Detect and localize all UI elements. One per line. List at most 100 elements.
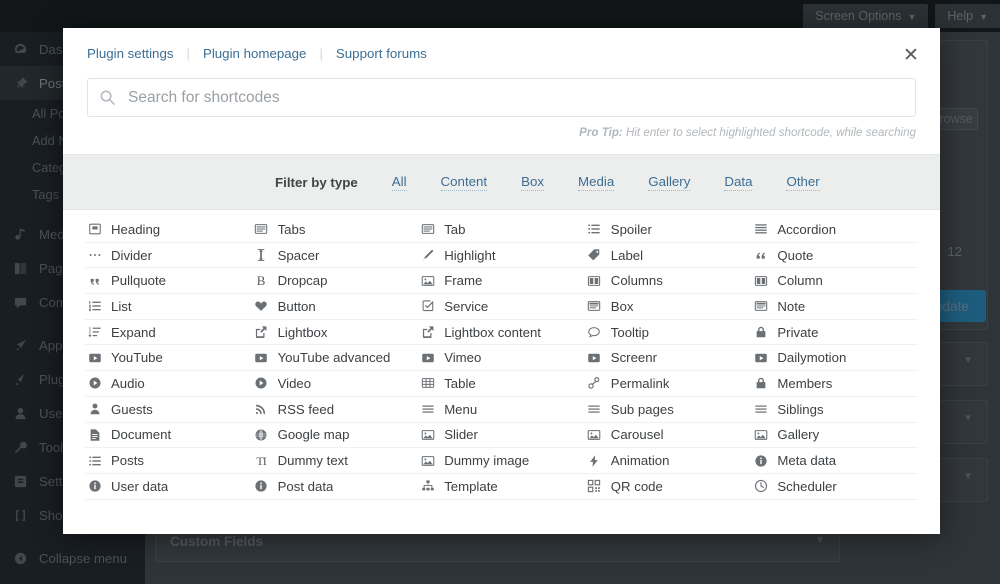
letter-b-icon: B (256, 273, 266, 289)
shortcode-item[interactable]: Members (751, 371, 918, 397)
plugin-homepage-link[interactable]: Plugin homepage (203, 46, 307, 61)
shortcode-item[interactable]: Post data (251, 474, 419, 500)
quote-left-icon (87, 273, 102, 288)
shortcode-item[interactable]: Pullquote (85, 268, 252, 295)
shortcode-item[interactable]: Highlight (418, 243, 585, 269)
shortcode-item[interactable]: Lightbox (251, 320, 419, 346)
shortcode-label: Template (444, 478, 498, 494)
text-type-icon: TI (256, 453, 266, 468)
filter-option-gallery[interactable]: Gallery (648, 174, 691, 191)
menu-lines-icon (420, 402, 435, 417)
image-icon (420, 427, 435, 442)
shortcode-item[interactable]: Dummy image (418, 448, 585, 474)
filter-option-other[interactable]: Other (786, 174, 820, 191)
shortcode-item[interactable]: TI Dummy text (251, 448, 419, 474)
help-label: Help (947, 9, 974, 23)
shortcode-item[interactable]: Label (584, 243, 752, 269)
shortcode-item[interactable]: Table (418, 371, 585, 397)
chevron-down-icon: ▼ (907, 12, 917, 22)
shortcode-item[interactable]: Dailymotion (751, 345, 918, 372)
shortcode-item[interactable]: Video (251, 371, 419, 397)
shortcode-item[interactable]: Quote (751, 243, 918, 269)
shortcode-item[interactable]: YouTube (85, 345, 252, 372)
sidebar-item-collapse-menu[interactable]: Collapse menu (0, 541, 145, 575)
shortcode-item[interactable]: User data (85, 474, 252, 500)
shortcode-label: User data (111, 478, 169, 494)
shortcode-item[interactable]: Lightbox content (418, 320, 585, 346)
search-input[interactable] (126, 79, 915, 116)
shortcode-item[interactable]: Slider (418, 423, 585, 449)
shortcode-item[interactable]: Vimeo (418, 345, 585, 372)
shortcode-item[interactable]: Tooltip (584, 320, 752, 346)
shortcode-item[interactable]: Columns (584, 268, 752, 295)
filter-option-content[interactable]: Content (440, 174, 488, 191)
shortcode-item[interactable]: Google map (251, 423, 419, 449)
support-forums-link[interactable]: Support forums (336, 46, 427, 61)
shortcode-item[interactable]: Tab (418, 217, 585, 243)
shortcode-item[interactable]: Siblings (751, 397, 918, 423)
shortcode-item[interactable]: Spacer (251, 243, 419, 269)
video-play-icon (87, 350, 102, 365)
shortcode-label: Button (277, 298, 316, 314)
shortcode-item[interactable]: Guests (85, 397, 252, 423)
shortcode-item[interactable]: Tabs (251, 217, 419, 243)
search-field-wrapper[interactable] (87, 78, 916, 117)
shortcode-item[interactable]: Screenr (584, 345, 752, 372)
shortcode-label: Frame (444, 273, 483, 289)
shortcode-item[interactable]: Button (251, 294, 419, 320)
chevron-down-icon: ▼ (963, 413, 973, 424)
shortcode-item[interactable]: Menu (418, 397, 585, 423)
shortcode-grid-area: Heading Tabs Tab Spoiler Accordion Divider Spa… (63, 210, 940, 534)
link-divider: | (319, 46, 323, 61)
shortcode-item[interactable]: Scheduler (751, 474, 918, 500)
shortcode-item[interactable]: Heading (85, 217, 252, 243)
shortcode-item[interactable]: RSS feed (251, 397, 419, 423)
close-glyph: ✕ (903, 44, 919, 66)
shortcode-item[interactable]: Gallery (751, 423, 918, 449)
shortcode-item[interactable]: Box (584, 294, 752, 320)
shortcode-item[interactable]: Service (418, 294, 585, 320)
shortcode-label: Lightbox content (444, 324, 541, 340)
filter-option-media[interactable]: Media (578, 174, 615, 191)
shortcode-item[interactable]: List (85, 294, 252, 320)
arrows-vertical-icon (254, 248, 269, 263)
shortcode-item[interactable]: Animation (584, 448, 752, 474)
shortcode-item[interactable]: Spoiler (584, 217, 752, 243)
shortcode-item[interactable]: Document (85, 423, 252, 449)
shortcode-item[interactable]: Meta data (751, 448, 918, 474)
shortcode-item[interactable]: Accordion (751, 217, 918, 243)
shortcode-item[interactable]: B Dropcap (251, 268, 419, 295)
shortcode-label: Dailymotion (777, 350, 847, 366)
filter-bar: Filter by type All Content Box Media Gal… (63, 155, 940, 210)
shortcode-item[interactable]: Divider (85, 243, 252, 269)
shortcode-item[interactable]: Note (751, 294, 918, 320)
comment-icon (10, 295, 30, 310)
shortcode-item[interactable]: Frame (418, 268, 585, 295)
plugin-settings-link[interactable]: Plugin settings (87, 46, 173, 61)
shortcode-item[interactable]: YouTube advanced (251, 345, 419, 372)
shortcode-item[interactable]: Column (751, 268, 918, 295)
shortcode-item[interactable]: Audio (85, 371, 252, 397)
shortcode-item[interactable]: Posts (85, 448, 252, 474)
screen-options-tab[interactable]: Screen Options ▼ (803, 4, 929, 28)
close-icon[interactable]: ✕ (896, 40, 926, 70)
bolt-icon (587, 453, 602, 468)
shortcode-item[interactable]: Private (751, 320, 918, 346)
filter-option-all[interactable]: All (391, 174, 407, 191)
filter-option-data[interactable]: Data (724, 174, 753, 191)
shortcode-label: Tab (444, 221, 466, 237)
shortcode-item[interactable]: Expand (85, 320, 252, 346)
heart-icon (254, 299, 269, 314)
shortcode-item[interactable]: QR code (584, 474, 752, 500)
shortcode-item[interactable]: Template (418, 474, 585, 500)
shortcode-label: Gallery (777, 427, 820, 443)
shortcode-item[interactable]: Carousel (584, 423, 752, 449)
shortcode-label: Divider (111, 247, 153, 263)
shortcode-item[interactable]: Permalink (584, 371, 752, 397)
shortcode-item[interactable]: Sub pages (584, 397, 752, 423)
play-circle-icon (254, 376, 269, 391)
rss-icon (254, 402, 269, 417)
filter-option-box[interactable]: Box (521, 174, 545, 191)
help-tab[interactable]: Help ▼ (935, 4, 1000, 28)
search-icon (88, 89, 126, 106)
